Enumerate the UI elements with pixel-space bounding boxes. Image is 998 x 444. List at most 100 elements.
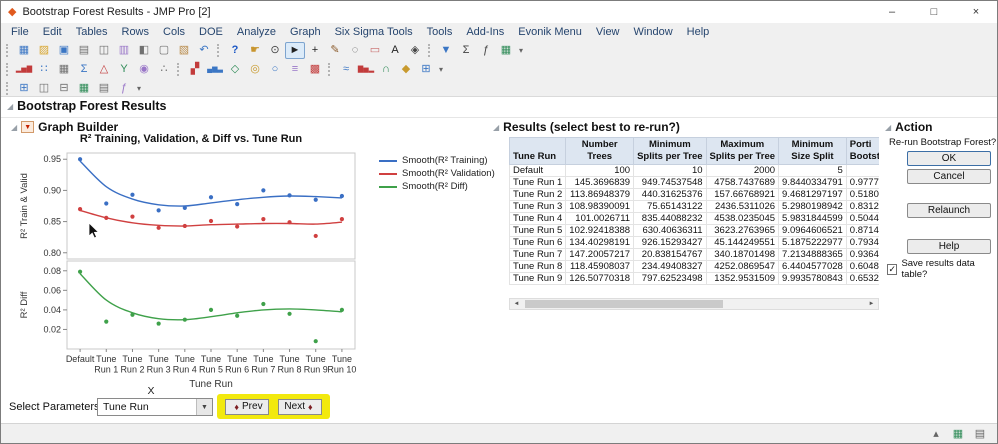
- doe-icon[interactable]: ⊞: [416, 61, 436, 78]
- scroller-tool-icon[interactable]: ◈: [405, 42, 425, 59]
- brush-tool-icon[interactable]: ✎: [325, 42, 345, 59]
- menu-doe[interactable]: DOE: [192, 26, 230, 38]
- split-window-icon[interactable]: ◫: [34, 80, 54, 97]
- eraser-tool-icon[interactable]: ▭: [365, 42, 385, 59]
- script-window-icon[interactable]: ƒ: [114, 80, 134, 97]
- lasso-tool-icon[interactable]: ◌: [345, 42, 365, 59]
- contour-plot-icon[interactable]: ◎: [245, 61, 265, 78]
- menu-help[interactable]: Help: [680, 26, 717, 38]
- table-row[interactable]: Tune Run 2113.86948379440.31625376157.66…: [510, 188, 880, 200]
- disclosure-triangle-icon[interactable]: ◢: [7, 102, 13, 111]
- capability-icon[interactable]: ∩: [376, 61, 396, 78]
- data-table-window-icon[interactable]: ▦: [74, 80, 94, 97]
- data-filter-icon[interactable]: ▼: [436, 42, 456, 59]
- graph-builder-icon[interactable]: ▞: [185, 61, 205, 78]
- predictive-model-icon[interactable]: △: [94, 61, 114, 78]
- menu-tables[interactable]: Tables: [69, 26, 115, 38]
- histogram-icon[interactable]: ▄▆▃: [205, 61, 225, 78]
- minimize-button[interactable]: –: [871, 1, 913, 23]
- table-row[interactable]: Tune Run 5102.92418388630.406363113623.2…: [510, 224, 880, 236]
- save-results-checkbox[interactable]: ✓: [887, 264, 897, 275]
- new-window-icon[interactable]: ⊞: [14, 80, 34, 97]
- menu-analyze[interactable]: Analyze: [230, 26, 283, 38]
- arrow-tool-icon[interactable]: ►: [285, 42, 305, 59]
- msa-icon[interactable]: ◆: [396, 61, 416, 78]
- partition-icon[interactable]: Y: [114, 61, 134, 78]
- cluster-icon[interactable]: ∴: [154, 61, 174, 78]
- toolbar-overflow-icon[interactable]: ▾: [519, 46, 523, 55]
- close-button[interactable]: ×: [955, 1, 997, 23]
- disclosure-triangle-icon[interactable]: ◢: [11, 123, 17, 132]
- journal-icon[interactable]: ▥: [114, 42, 134, 59]
- menu-file[interactable]: File: [4, 26, 36, 38]
- crosshair-tool-icon[interactable]: +: [305, 42, 325, 59]
- print-icon[interactable]: ▤: [74, 42, 94, 59]
- status-chevron-up-icon[interactable]: ▴: [927, 427, 945, 440]
- disclosure-triangle-icon[interactable]: ◢: [493, 123, 499, 132]
- fit-y-by-x-icon[interactable]: ∷: [34, 61, 54, 78]
- next-button[interactable]: Next ♦: [278, 399, 322, 415]
- heat-map-icon[interactable]: ▩: [305, 61, 325, 78]
- parameters-dropdown[interactable]: Tune Run ▼: [97, 398, 213, 416]
- bubble-plot-icon[interactable]: ○: [265, 61, 285, 78]
- toolbar-overflow-icon[interactable]: ▾: [137, 84, 141, 93]
- table-row[interactable]: Tune Run 3108.9839009175.651431222436.53…: [510, 200, 880, 212]
- table-row[interactable]: Tune Run 9126.50770318797.625234981352.9…: [510, 272, 880, 284]
- grabber-tool-icon[interactable]: ☛: [245, 42, 265, 59]
- menu-tools[interactable]: Tools: [420, 26, 460, 38]
- distribution-icon[interactable]: ▂▅▇: [14, 61, 34, 78]
- layout-icon[interactable]: ◧: [134, 42, 154, 59]
- table-row[interactable]: Tune Run 8118.45908037234.494083274252.0…: [510, 260, 880, 272]
- horizontal-scrollbar[interactable]: ◄ ►: [509, 298, 879, 310]
- open-file-icon[interactable]: ▨: [34, 42, 54, 59]
- menu-graph[interactable]: Graph: [283, 26, 328, 38]
- ok-button[interactable]: OK: [907, 151, 991, 166]
- prev-button[interactable]: ♦ Prev: [225, 399, 269, 415]
- scroll-left-icon[interactable]: ◄: [510, 299, 523, 309]
- log-window-icon[interactable]: ▤: [94, 80, 114, 97]
- maximize-button[interactable]: □: [913, 1, 955, 23]
- menu-rows[interactable]: Rows: [115, 26, 157, 38]
- neural-icon[interactable]: ◉: [134, 61, 154, 78]
- save-file-icon[interactable]: ▣: [54, 42, 74, 59]
- summary-icon[interactable]: Σ: [456, 42, 476, 59]
- arrange-windows-icon[interactable]: ⊟: [54, 80, 74, 97]
- magnifier-tool-icon[interactable]: ⊙: [265, 42, 285, 59]
- copy-icon[interactable]: ▢: [154, 42, 174, 59]
- help-tool-icon[interactable]: ?: [225, 42, 245, 59]
- menu-add-ins[interactable]: Add-Ins: [459, 26, 511, 38]
- paste-icon[interactable]: ▧: [174, 42, 194, 59]
- table-row[interactable]: Tune Run 6134.40298191926.1529342745.144…: [510, 236, 880, 248]
- print-preview-icon[interactable]: ◫: [94, 42, 114, 59]
- toolbar-overflow-icon[interactable]: ▾: [439, 65, 443, 74]
- tabulate-icon[interactable]: ▦: [54, 61, 74, 78]
- scroll-right-icon[interactable]: ►: [865, 299, 878, 309]
- parallel-plot-icon[interactable]: ≡: [285, 61, 305, 78]
- pareto-plot-icon[interactable]: ▇▅▂: [356, 61, 376, 78]
- table-row[interactable]: Tune Run 4101.0026711835.440882324538.02…: [510, 212, 880, 224]
- scrollbar-track[interactable]: [523, 299, 865, 309]
- control-chart-icon[interactable]: ≈: [336, 61, 356, 78]
- disclosure-triangle-icon[interactable]: ◢: [885, 123, 891, 132]
- annotate-tool-icon[interactable]: A: [385, 42, 405, 59]
- status-log-icon[interactable]: ▤: [971, 427, 989, 440]
- table-row[interactable]: Tune Run 1145.3696839949.745375484758.74…: [510, 176, 880, 188]
- table-tools-icon[interactable]: ▦: [496, 42, 516, 59]
- undo-icon[interactable]: ↶: [194, 42, 214, 59]
- menu-evonik-menu[interactable]: Evonik Menu: [511, 26, 589, 38]
- menu-view[interactable]: View: [589, 26, 627, 38]
- help-button[interactable]: Help: [907, 239, 991, 254]
- new-data-table-icon[interactable]: ▦: [14, 42, 34, 59]
- table-row[interactable]: Tune Run 7147.2005721720.838154767340.18…: [510, 248, 880, 260]
- chevron-down-icon[interactable]: ▼: [196, 399, 212, 415]
- red-triangle-menu-button[interactable]: ▼: [21, 121, 34, 133]
- menu-six-sigma-tools[interactable]: Six Sigma Tools: [328, 26, 420, 38]
- scrollbar-thumb[interactable]: [525, 300, 723, 308]
- formula-icon[interactable]: ƒ: [476, 42, 496, 59]
- menu-window[interactable]: Window: [627, 26, 680, 38]
- scatterplot-3d-icon[interactable]: ◇: [225, 61, 245, 78]
- table-row[interactable]: Default1001020005: [510, 164, 880, 176]
- menu-edit[interactable]: Edit: [36, 26, 69, 38]
- status-data-table-icon[interactable]: ▦: [949, 427, 967, 440]
- relaunch-button[interactable]: Relaunch: [907, 203, 991, 218]
